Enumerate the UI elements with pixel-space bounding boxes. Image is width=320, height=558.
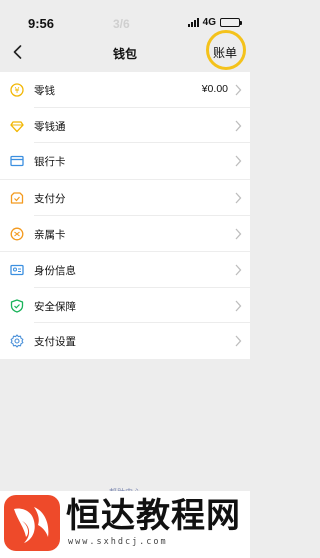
chevron-right-icon [235, 228, 242, 239]
balance-value: ¥0.00 [201, 83, 228, 95]
chevron-right-icon [235, 264, 242, 276]
list-item-label: 零钱 [34, 85, 55, 97]
list-item-security[interactable]: 安全保障 [0, 288, 250, 323]
list-item-label: 支付设置 [34, 336, 76, 348]
coin-icon: ¥ [10, 83, 24, 97]
chevron-right-icon [235, 192, 242, 204]
watermark-logo-icon [4, 495, 60, 551]
list-item-family-card[interactable]: 亲属卡 [0, 216, 250, 252]
page-indicator: 3/6 [113, 17, 130, 31]
status-icons: 4G [187, 17, 242, 28]
chevron-right-icon [235, 120, 242, 131]
diamond-icon [10, 119, 24, 133]
list-item-label: 亲属卡 [34, 228, 66, 241]
wallet-section-settings: 身份信息 安全保障 支付设置 [0, 252, 250, 359]
list-item-bank-card[interactable]: 银行卡 [0, 143, 250, 179]
chevron-right-icon [235, 335, 242, 347]
chevron-right-icon [235, 84, 242, 96]
bill-highlight-ring [206, 30, 246, 70]
list-item-identity-info[interactable]: 身份信息 [0, 252, 250, 288]
list-item-lingqiantong[interactable]: 零钱通 [0, 108, 250, 143]
bank-card-icon [10, 154, 24, 168]
list-item-payment-settings[interactable]: 支付设置 [0, 323, 250, 359]
list-item-pay-score[interactable]: 支付分 [0, 180, 250, 216]
signal-icon [187, 18, 199, 27]
chevron-right-icon [235, 300, 242, 311]
list-item-label: 安全保障 [34, 300, 76, 313]
watermark-banner: 恒达教程网 www.sxhdcj.com [0, 491, 250, 558]
watermark-url: www.sxhdcj.com [68, 537, 168, 547]
watermark-site-name: 恒达教程网 [66, 496, 241, 536]
svg-text:¥: ¥ [14, 86, 19, 95]
list-item-label: 银行卡 [34, 156, 66, 168]
settings-gear-icon [10, 334, 24, 348]
list-item-label: 支付分 [34, 193, 66, 205]
battery-icon [220, 18, 242, 27]
status-bar: 9:56 3/6 4G [0, 0, 250, 36]
shield-check-icon [10, 298, 24, 313]
wallet-section-balance: ¥ 零钱 ¥0.00 零钱通 银行卡 [0, 72, 250, 179]
list-item-change[interactable]: ¥ 零钱 ¥0.00 [0, 72, 250, 108]
id-card-icon [10, 263, 24, 277]
list-item-label: 零钱通 [34, 120, 66, 133]
list-item-label: 身份信息 [34, 265, 76, 277]
chevron-right-icon [235, 155, 242, 167]
network-type: 4G [202, 17, 216, 28]
pay-score-icon [10, 191, 24, 205]
wallet-section-services: 支付分 亲属卡 [0, 180, 250, 251]
status-time: 9:56 [28, 16, 55, 31]
family-card-icon [10, 227, 24, 241]
